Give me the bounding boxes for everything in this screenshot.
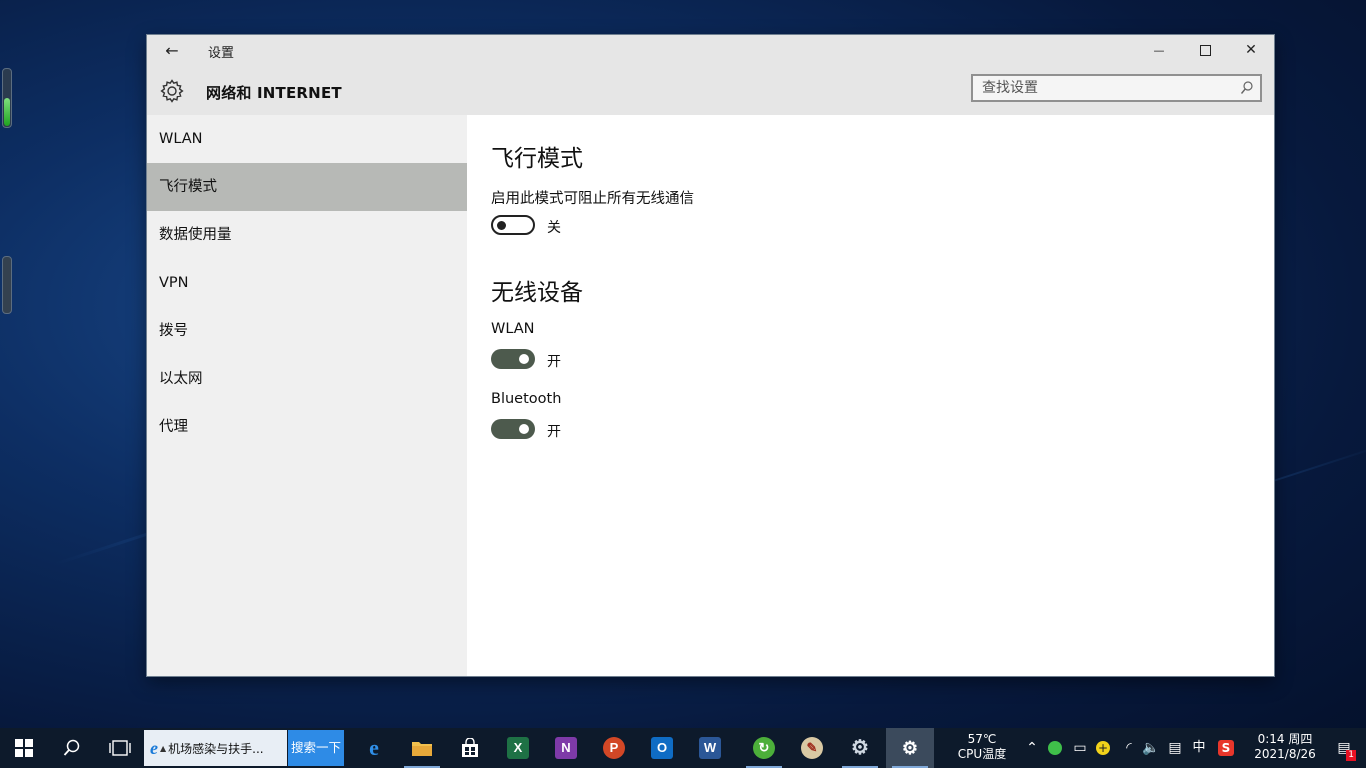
back-button[interactable]: ←	[161, 41, 183, 61]
section-title: 网络和 INTERNET	[206, 84, 342, 102]
edge-icon: e	[369, 735, 379, 760]
search-input[interactable]	[973, 76, 1232, 100]
bluetooth-label: Bluetooth	[491, 391, 562, 407]
start-button[interactable]	[0, 728, 48, 768]
toggle-knob	[519, 354, 529, 364]
taskbar-app-settings[interactable]: ⚙	[886, 728, 934, 768]
clock-date: 2021/8/26	[1254, 747, 1316, 761]
search-box[interactable]	[971, 74, 1262, 102]
caret-icon: ▲	[160, 743, 167, 753]
cpu-temp-label: CPU温度	[957, 747, 1007, 761]
desktop-gadget-gauge	[2, 68, 12, 128]
store-icon	[462, 738, 478, 757]
taskbar-ie-window[interactable]: e ▲ 机场感染与扶手...	[144, 730, 287, 766]
window-title: 设置	[208, 46, 235, 61]
action-message-icon[interactable]: ▤	[1166, 738, 1184, 758]
word-icon: W	[699, 737, 721, 759]
close-button[interactable]: ✕	[1228, 35, 1274, 66]
maximize-icon	[1199, 45, 1211, 56]
settings-gear-icon: ⚙	[901, 738, 919, 758]
search-icon	[63, 739, 80, 756]
cpu-temp-value: 57℃	[967, 732, 997, 746]
taskbar-app-file-explorer[interactable]	[398, 728, 446, 768]
taskbar-app-green[interactable]: ↻	[740, 728, 788, 768]
taskbar-app-onenote[interactable]: N	[542, 728, 590, 768]
baidu-search-button[interactable]: 搜索一下	[288, 730, 344, 766]
settings-window: ← 设置 — ✕ 网络和 INTERNET WLAN 飞行模式 数据使用量 VP…	[147, 35, 1274, 676]
ie-window-title: 机场感染与扶手...	[168, 741, 264, 756]
taskbar-app-edge[interactable]: e	[350, 728, 398, 768]
plus-badge-icon[interactable]: +	[1094, 738, 1112, 758]
folder-icon	[412, 742, 432, 756]
search-icon[interactable]	[1240, 80, 1254, 96]
settings-content: 飞行模式 启用此模式可阻止所有无线通信 关 无线设备 WLAN 开 Blueto…	[467, 115, 1274, 676]
gear-icon	[160, 79, 184, 103]
toggle-knob	[497, 221, 506, 230]
desktop-gadget-meter	[2, 256, 12, 314]
task-view-icon	[109, 740, 131, 756]
cpu-temperature: 57℃ CPU温度	[952, 732, 1012, 762]
show-hidden-icons-button[interactable]: ⌃	[1024, 738, 1040, 758]
volume-icon[interactable]: 🔈	[1142, 738, 1160, 758]
excel-icon: X	[507, 737, 529, 759]
cortana-search-button[interactable]	[48, 728, 96, 768]
sidebar-item-data-usage[interactable]: 数据使用量	[147, 211, 467, 259]
notification-badge: 1	[1346, 750, 1356, 761]
refresh-circle-icon: ↻	[753, 737, 775, 759]
sidebar-item-dial-up[interactable]: 拨号	[147, 307, 467, 355]
wlan-label: WLAN	[491, 321, 535, 337]
sidebar-item-wlan[interactable]: WLAN	[147, 115, 467, 163]
taskbar-app-outlook[interactable]: O	[638, 728, 686, 768]
ie-icon: e	[150, 737, 158, 758]
airplane-mode-description: 启用此模式可阻止所有无线通信	[491, 191, 694, 207]
settings-header: 网络和 INTERNET	[147, 66, 1274, 115]
task-view-button[interactable]	[96, 728, 144, 768]
airplane-mode-heading: 飞行模式	[491, 146, 583, 172]
sidebar-item-proxy[interactable]: 代理	[147, 403, 467, 451]
toggle-knob	[519, 424, 529, 434]
sidebar-item-airplane-mode[interactable]: 飞行模式	[147, 163, 467, 211]
notification-center-button[interactable]: ▤ 1	[1332, 738, 1356, 761]
airplane-mode-toggle[interactable]	[491, 215, 535, 235]
wifi-icon[interactable]: ◜	[1120, 738, 1138, 758]
battery-icon[interactable]: ▭	[1070, 738, 1090, 758]
paint-palette-icon: ✎	[801, 737, 823, 759]
taskbar-app-store[interactable]	[446, 728, 494, 768]
onenote-icon: N	[555, 737, 577, 759]
clock-time: 0:14 周四	[1257, 732, 1313, 746]
ime-indicator[interactable]: 中	[1190, 738, 1208, 758]
airplane-mode-state: 关	[547, 220, 561, 236]
outlook-icon: O	[651, 737, 673, 759]
powerpoint-icon: P	[603, 737, 625, 759]
clock[interactable]: 0:14 周四 2021/8/26	[1248, 732, 1322, 762]
wireless-devices-heading: 无线设备	[491, 280, 583, 306]
windows-logo-icon	[15, 739, 33, 757]
taskbar-app-word[interactable]: W	[686, 728, 734, 768]
taskbar-app-control-panel[interactable]: ⚙	[836, 728, 884, 768]
title-bar: ← 设置 — ✕	[147, 35, 1274, 66]
wlan-toggle[interactable]	[491, 349, 535, 369]
bluetooth-state: 开	[547, 424, 561, 440]
taskbar-app-excel[interactable]: X	[494, 728, 542, 768]
gears-icon: ⚙	[851, 737, 869, 759]
sidebar-item-ethernet[interactable]: 以太网	[147, 355, 467, 403]
taskbar: e ▲ 机场感染与扶手... 搜索一下 e X N P O W ↻ ✎ ⚙ ⚙ …	[0, 728, 1366, 768]
maximize-button[interactable]	[1182, 35, 1228, 66]
minimize-button[interactable]: —	[1136, 35, 1182, 66]
sidebar-nav: WLAN 飞行模式 数据使用量 VPN 拨号 以太网 代理	[147, 115, 467, 676]
taskbar-app-powerpoint[interactable]: P	[590, 728, 638, 768]
bluetooth-toggle[interactable]	[491, 419, 535, 439]
sogou-ime-icon[interactable]: S	[1216, 738, 1236, 758]
sidebar-item-vpn[interactable]: VPN	[147, 259, 467, 307]
taskbar-app-paint[interactable]: ✎	[788, 728, 836, 768]
wlan-state: 开	[547, 354, 561, 370]
green-status-icon[interactable]	[1046, 738, 1064, 758]
